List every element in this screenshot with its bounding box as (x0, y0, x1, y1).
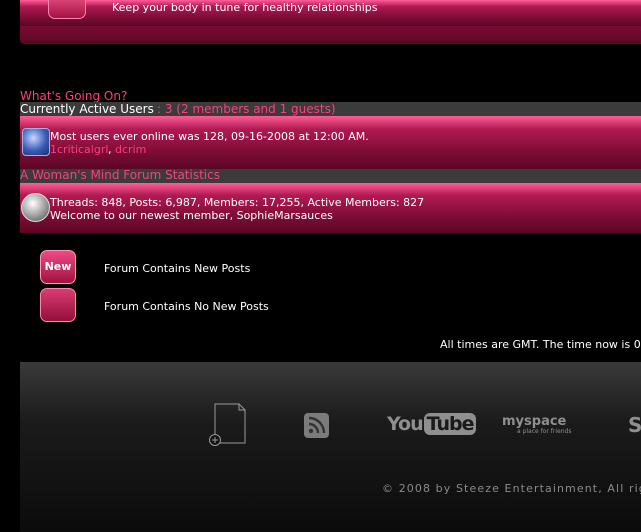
active-users-count: : 3 (2 members and 1 guests) (157, 102, 336, 116)
statistics-icon (21, 193, 50, 222)
new-posts-label: Forum Contains New Posts (104, 262, 251, 275)
forum-status-icon (48, 0, 86, 19)
online-member-link[interactable]: dcrim (115, 143, 146, 156)
welcome-prefix: Welcome to our newest member, (50, 209, 237, 222)
forum-stats-text: Threads: 848, Posts: 6,987, Members: 17,… (50, 196, 425, 209)
online-member-link[interactable]: 1criticalgrl (50, 143, 108, 156)
new-posts-icon: New (40, 250, 76, 284)
no-new-posts-label: Forum Contains No New Posts (104, 300, 269, 313)
youtube-logo[interactable]: You Tube (387, 413, 477, 435)
welcome-newest-member: Welcome to our newest member, SophieMars… (50, 209, 333, 222)
partial-logo[interactable]: S (628, 413, 641, 437)
forum-description: Keep your body in tune for healthy relat… (112, 1, 378, 14)
member-separator: , (108, 143, 112, 156)
myspace-tagline: a place for friends (517, 428, 572, 435)
no-new-posts-icon (40, 288, 76, 322)
copyright: © 2008 by Steeze Entertainment, All rig (382, 482, 641, 495)
active-users-link[interactable]: Currently Active Users (20, 102, 154, 116)
users-online-icon (22, 128, 50, 156)
most-users-online: Most users ever online was 128, 09-16-20… (50, 130, 369, 143)
rss-icon[interactable] (304, 413, 329, 438)
forum-table-bottom (20, 26, 641, 44)
myspace-wordmark: myspace (502, 414, 567, 429)
footer (20, 362, 641, 532)
youtube-you: You (387, 413, 424, 435)
whats-going-on-title: What's Going On? (20, 89, 128, 103)
myspace-logo[interactable]: myspace (502, 414, 566, 429)
newest-member-link[interactable]: SophieMarsauces (237, 209, 333, 222)
time-notice: All times are GMT. The time now is 0 (440, 338, 641, 351)
add-file-icon[interactable] (207, 403, 247, 447)
statistics-title: A Woman's Mind Forum Statistics (20, 168, 220, 182)
youtube-tube: Tube (423, 413, 477, 435)
